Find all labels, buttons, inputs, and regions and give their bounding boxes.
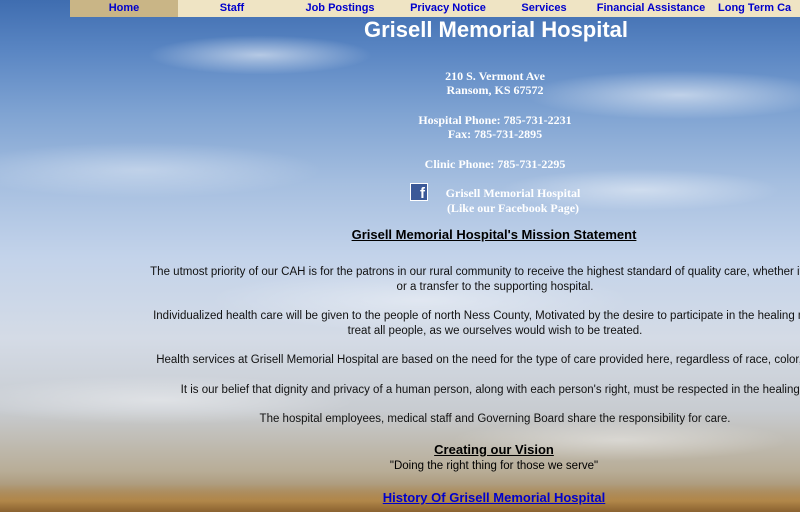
facebook-like-prompt[interactable]: (Like our Facebook Page): [428, 201, 598, 216]
nav-services[interactable]: Services: [502, 0, 586, 17]
hospital-title: Grisell Memorial Hospital: [363, 17, 629, 42]
nav-long-term-care[interactable]: Long Term Ca: [716, 0, 800, 17]
nav-staff[interactable]: Staff: [178, 0, 286, 17]
fax-number: Fax: 785-731-2895: [447, 127, 543, 141]
hospital-phone: Hospital Phone: 785-731-2231: [418, 113, 572, 127]
mission-paragraph-2-line-2: treat all people, as we ourselves would …: [347, 325, 643, 337]
mission-paragraph-1-line-2: or a transfer to the supporting hospital…: [396, 281, 594, 293]
mission-paragraph-3: Health services at Grisell Memorial Hosp…: [60, 353, 800, 368]
mission-paragraph-4: It is our belief that dignity and privac…: [60, 383, 800, 398]
mission-paragraph-4-line-1: It is our belief that dignity and privac…: [180, 384, 800, 396]
vision-heading: Creating our Vision: [434, 442, 554, 457]
clinic-phone: Clinic Phone: 785-731-2295: [424, 157, 566, 171]
vision-quote: "Doing the right thing for those we serv…: [389, 460, 599, 472]
history-link[interactable]: History Of Grisell Memorial Hospital: [294, 490, 694, 505]
mission-paragraph-1: The utmost priority of our CAH is for th…: [60, 265, 800, 295]
address-line-2: Ransom, KS 67572: [446, 83, 544, 97]
address-line-1: 210 S. Vermont Ave: [445, 69, 545, 83]
nav-financial-assistance[interactable]: Financial Assistance: [586, 0, 716, 17]
top-nav: Home Staff Job Postings Privacy Notice S…: [70, 0, 800, 17]
nav-privacy-notice[interactable]: Privacy Notice: [394, 0, 502, 17]
facebook-icon[interactable]: f: [410, 183, 428, 202]
nav-job-postings[interactable]: Job Postings: [286, 0, 394, 17]
mission-paragraph-5-line-1: The hospital employees, medical staff an…: [259, 413, 731, 425]
mission-paragraph-3-line-1: Health services at Grisell Memorial Hosp…: [156, 354, 800, 366]
mission-paragraph-2: Individualized health care will be given…: [60, 309, 800, 339]
mission-paragraph-5: The hospital employees, medical staff an…: [60, 412, 800, 427]
mission-heading: Grisell Memorial Hospital's Mission Stat…: [351, 227, 637, 242]
nav-home[interactable]: Home: [70, 0, 178, 17]
mission-paragraph-2-line-1: Individualized health care will be given…: [153, 310, 800, 322]
mission-paragraph-1-line-1: The utmost priority of our CAH is for th…: [150, 266, 800, 278]
facebook-page-name[interactable]: Grisell Memorial Hospital: [428, 186, 598, 201]
